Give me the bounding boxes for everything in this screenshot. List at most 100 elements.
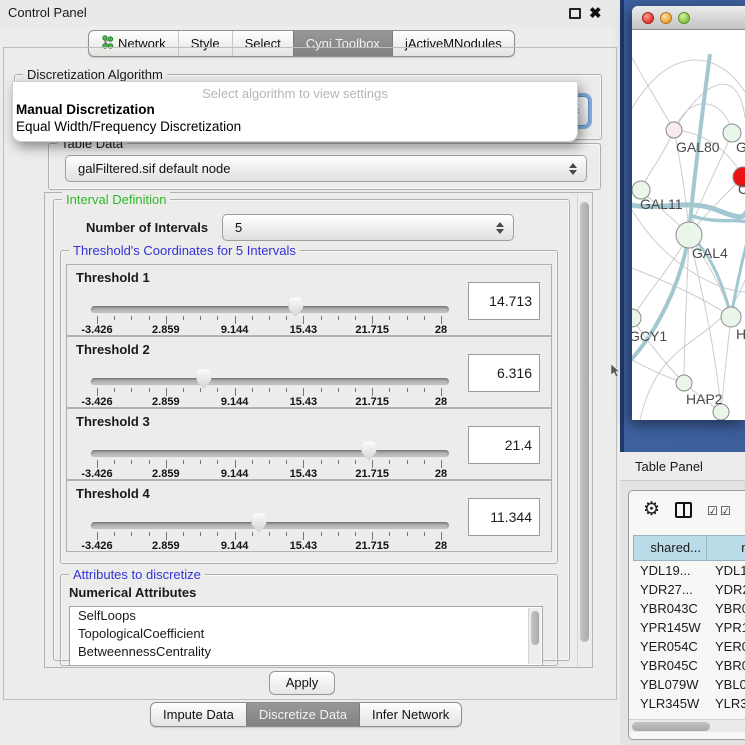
cell-shared-name[interactable]: YDR27... [633,580,707,599]
slider-tick-label: 28 [435,468,447,480]
vertical-scrollbar-thumb[interactable] [580,202,589,642]
table-row[interactable]: YER054CYER0 [633,637,745,656]
slider-tick [303,460,304,468]
slider-tick [217,388,218,392]
slider-tick [338,388,339,392]
cell-shared-name[interactable]: YLR345W [633,694,707,713]
apply-button[interactable]: Apply [269,671,335,695]
cell-name[interactable]: YPR1 [707,618,745,637]
slider-tick [338,460,339,464]
cell-name[interactable]: YBR0 [707,656,745,675]
network-node-label: GAL4 [692,245,728,261]
network-node[interactable] [632,309,641,327]
tab-discretize-data[interactable]: Discretize Data [246,703,359,726]
slider-tick [166,460,167,468]
table-row[interactable]: YLR345WYLR3 [633,694,745,713]
table-row[interactable]: YBR045CYBR0 [633,656,745,675]
close-icon[interactable]: ✖ [589,4,602,22]
cell-name[interactable]: YDL1 [707,561,745,580]
column-header-name[interactable]: na [707,535,745,561]
tab-impute-data[interactable]: Impute Data [151,703,246,726]
slider-tick [372,388,373,396]
attribute-list-item[interactable]: SelfLoops [70,607,542,625]
cell-shared-name[interactable]: YBL079W [633,675,707,694]
network-node[interactable] [721,307,741,327]
cell-name[interactable]: YIL0 [707,713,742,714]
horizontal-scrollbar[interactable] [629,719,745,732]
slider-tick [183,460,184,464]
dropdown-option-equal-width[interactable]: Equal Width/Frequency Discretization [13,118,577,135]
cell-shared-name[interactable]: YIL052C [633,713,707,714]
slider-tick [200,388,201,392]
slider-handle[interactable] [251,513,266,533]
threshold-value-field[interactable]: 21.4 [468,426,540,464]
network-canvas[interactable]: GAL80GACGAL11GAL4GCY1HHAP2 [632,30,745,420]
cell-shared-name[interactable]: YER054C [633,637,707,656]
zoom-traffic-light-icon[interactable] [678,12,690,24]
list-scrollbar[interactable] [528,608,541,664]
cell-shared-name[interactable]: YBR043C [633,599,707,618]
slider-tick [200,316,201,320]
numerical-attributes-list[interactable]: SelfLoopsTopologicalCoefficientBetweenne… [69,606,543,666]
slider-tick [114,532,115,536]
checkbox-icon[interactable]: ☑ [707,504,718,518]
table-data-select[interactable]: galFiltered.sif default node [65,155,587,182]
cell-name[interactable]: YBR0 [707,599,745,618]
threshold-value-field[interactable]: 6.316 [468,354,540,392]
attribute-list-item[interactable]: BetweennessCentrality [70,643,542,661]
slider-tick [149,316,150,320]
thresholds-group: Threshold's Coordinates for 5 Intervals … [60,250,558,564]
cell-shared-name[interactable]: YBR045C [633,656,707,675]
slider-tick [200,460,201,464]
network-view-window: GAL80GACGAL11GAL4GCY1HHAP2 [632,6,745,420]
attribute-list-item[interactable]: TopologicalCoefficient [70,625,542,643]
slider-tick [372,316,373,324]
table-row[interactable]: YDR27...YDR2 [633,580,745,599]
cell-shared-name[interactable]: YDL19... [633,561,707,580]
network-nodes[interactable] [632,122,745,420]
checkbox-icon[interactable]: ☑ [720,504,731,518]
num-intervals-select[interactable]: 5 [222,214,514,241]
horizontal-scrollbar-thumb[interactable] [632,722,710,731]
gear-icon[interactable]: ⚙ [643,498,660,521]
interval-definition-group: Interval Definition Number of Intervals … [53,199,570,661]
network-window-titlebar[interactable] [632,6,745,30]
threshold-label: Threshold 1 [76,270,150,285]
slider-tick [200,532,201,536]
table-header-row: shared... na [633,535,745,561]
column-header-shared-name[interactable]: shared... [633,535,707,561]
table-row[interactable]: YBR043CYBR0 [633,599,745,618]
float-window-icon[interactable] [569,8,581,19]
slider-handle[interactable] [196,369,211,389]
network-node[interactable] [666,122,682,138]
combo-arrows-icon [495,222,504,234]
tab-infer-network[interactable]: Infer Network [359,703,461,726]
slider-tick-label: -3.426 [81,540,112,552]
table-toolbar: ⚙ ☑ ☑ [629,491,745,533]
slider-tick [441,316,442,324]
slider-tick [235,460,236,468]
threshold-value-field[interactable]: 11.344 [468,498,540,536]
slider-handle[interactable] [361,441,376,461]
slider-tick [252,532,253,536]
threshold-value-field[interactable]: 14.713 [468,282,540,320]
list-scrollbar-thumb[interactable] [531,611,539,645]
slider-tick [114,388,115,392]
close-traffic-light-icon[interactable] [642,12,654,24]
vertical-scrollbar[interactable] [577,194,591,666]
table-row[interactable]: YPR145WYPR1 [633,618,745,637]
minimize-traffic-light-icon[interactable] [660,12,672,24]
cell-name[interactable]: YLR3 [707,694,745,713]
slider-tick-label: 15.43 [290,324,318,336]
dropdown-option-manual[interactable]: Manual Discretization [13,101,577,118]
split-columns-icon[interactable] [675,502,692,518]
cell-name[interactable]: YER0 [707,637,745,656]
cell-shared-name[interactable]: YPR145W [633,618,707,637]
network-node[interactable] [676,375,692,391]
cell-name[interactable]: YBL0 [707,675,745,694]
table-row[interactable]: YBL079WYBL0 [633,675,745,694]
table-row[interactable]: YDL19...YDL1 [633,561,745,580]
table-row[interactable]: YIL052CYIL0 [633,713,745,714]
cell-name[interactable]: YDR2 [707,580,745,599]
slider-handle[interactable] [288,297,303,317]
